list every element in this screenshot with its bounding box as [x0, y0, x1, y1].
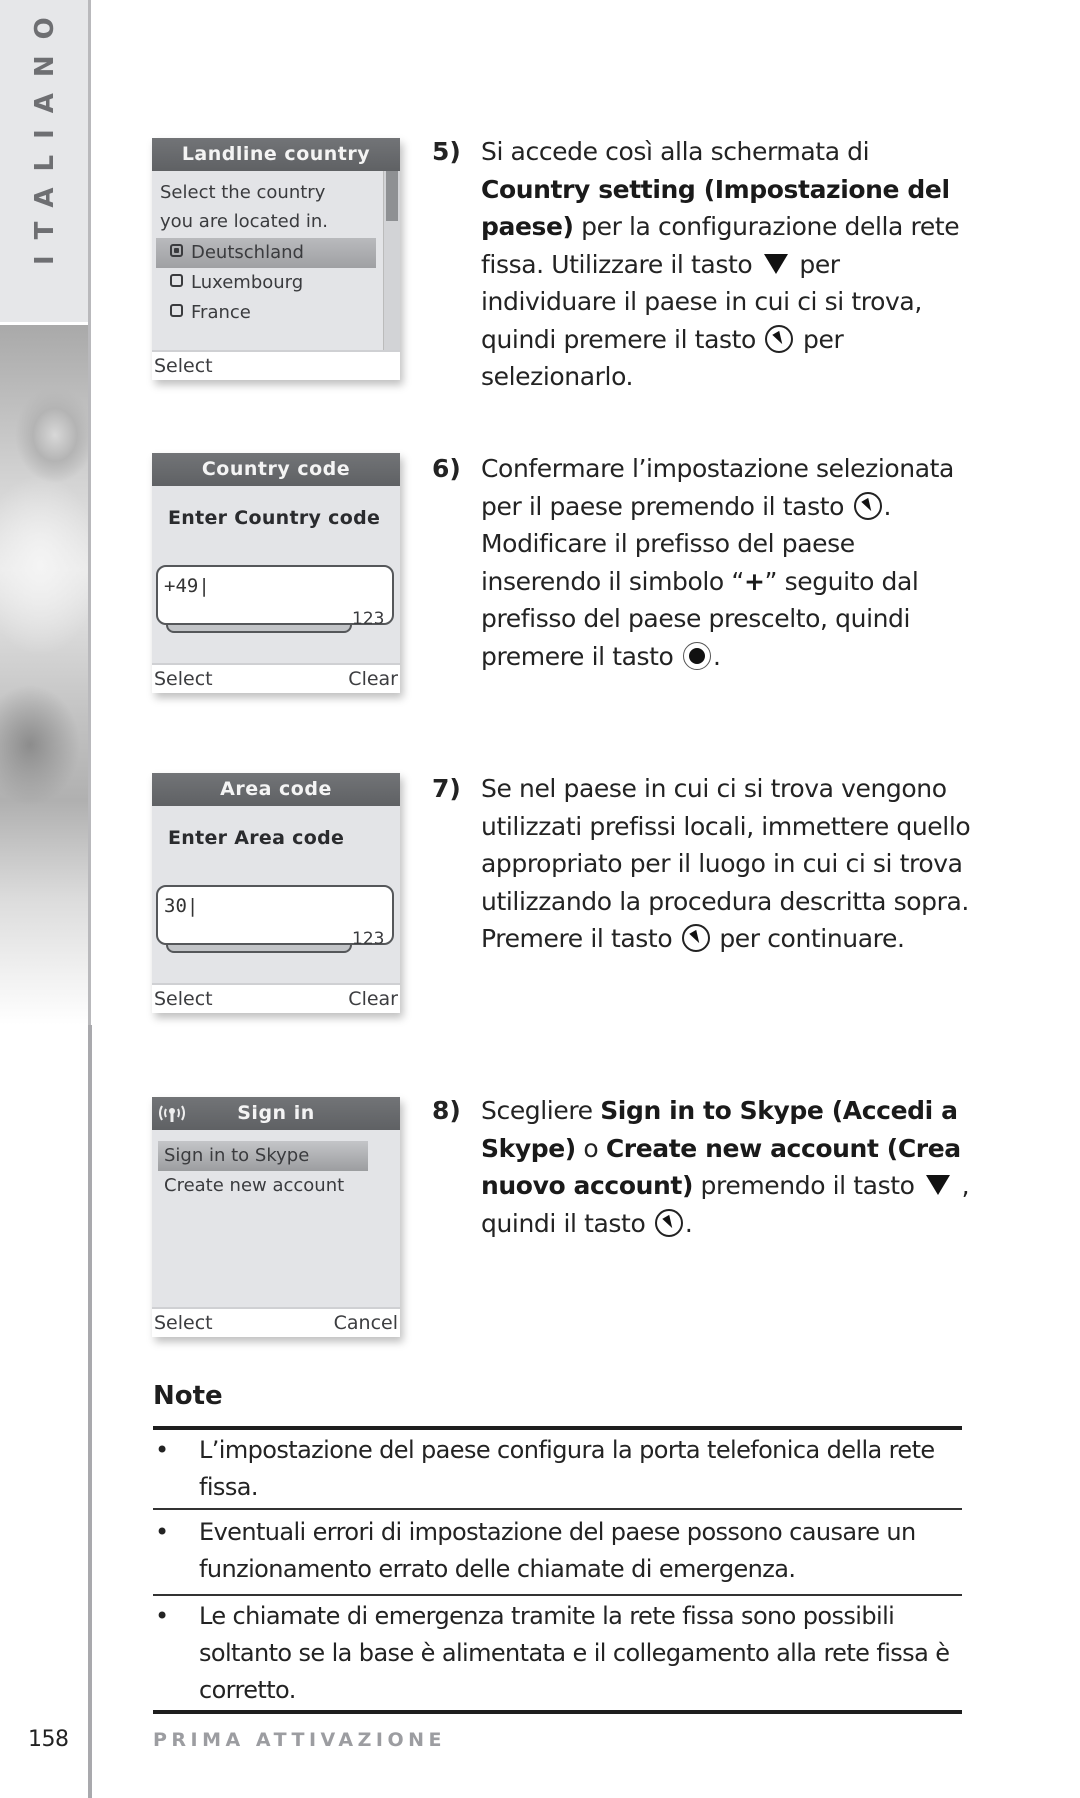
- text-run: premendo il tasto: [693, 1171, 923, 1200]
- note-heading: Note: [153, 1381, 223, 1411]
- navigation-key-icon: [683, 641, 711, 670]
- step-text: Si accede così alla schermata di Country…: [481, 133, 981, 396]
- decorative-photo: [0, 325, 88, 1025]
- country-list: Deutschland Luxembourg France: [156, 238, 376, 328]
- step-number: 5): [432, 137, 461, 166]
- softkey-select[interactable]: Select: [154, 352, 213, 380]
- step-text: Se nel paese in cui ci si trova vengono …: [481, 770, 981, 958]
- signal-icon: [159, 1105, 185, 1122]
- softkey-select[interactable]: Select: [154, 985, 213, 1013]
- softkey-bar: Select: [152, 350, 400, 380]
- screen-landline-country: Landline country Select the country you …: [152, 138, 400, 380]
- softkey-select[interactable]: Select: [154, 665, 213, 693]
- screen-title: Sign in: [237, 1102, 315, 1124]
- margin-divider-lower: [88, 1025, 92, 1798]
- ok-key-icon: [853, 491, 882, 520]
- prompt-line: Select the country: [160, 182, 326, 203]
- softkey-clear[interactable]: Clear: [348, 665, 398, 693]
- screen-area-code: Area code Enter Area code 30| 123 Select…: [152, 773, 400, 1013]
- screen-title: Area code: [152, 773, 400, 806]
- note-divider: [153, 1594, 962, 1596]
- text-run: .: [684, 1208, 693, 1238]
- country-option-deutschland[interactable]: Deutschland: [156, 238, 376, 268]
- sidebar: ITALIANO: [0, 0, 88, 1798]
- text-run: Scegliere: [481, 1096, 601, 1125]
- note-text: L’impostazione del paese configura la po…: [199, 1436, 935, 1501]
- input-value: 30|: [164, 895, 199, 917]
- page-number: 158: [28, 1727, 69, 1752]
- screen-sign-in: Sign in Sign in to Skype Create new acco…: [152, 1097, 400, 1337]
- step-text: Confermare l’impostazione selezionata pe…: [481, 450, 981, 675]
- country-option-label: Deutschland: [191, 242, 304, 263]
- step-number: 8): [432, 1096, 461, 1125]
- down-arrow-key-icon: [926, 1175, 951, 1195]
- bullet: •: [155, 1602, 169, 1630]
- menu-item-sign-in-to-skype[interactable]: Sign in to Skype: [158, 1141, 368, 1171]
- input-mode-label: 123: [352, 609, 385, 629]
- input-value: +49|: [164, 575, 210, 597]
- country-option-france[interactable]: France: [156, 298, 376, 328]
- step-number: 6): [432, 454, 461, 483]
- field-label: Enter Area code: [168, 827, 345, 849]
- softkey-clear[interactable]: Clear: [348, 985, 398, 1013]
- radio-unselected-icon: [170, 274, 183, 287]
- country-option-label: Luxembourg: [191, 272, 304, 293]
- screen-title: Landline country: [152, 138, 400, 171]
- softkey-cancel[interactable]: Cancel: [334, 1309, 398, 1337]
- softkey-bar: Select Clear: [152, 983, 400, 1013]
- down-arrow-key-icon: [763, 253, 788, 274]
- bullet: •: [155, 1436, 169, 1464]
- screen-country-code: Country code Enter Country code +49| 123…: [152, 453, 400, 693]
- step-number: 7): [432, 774, 461, 803]
- note-divider: [153, 1508, 962, 1510]
- input-mode-label: 123: [352, 929, 385, 949]
- radio-selected-icon: [170, 244, 183, 257]
- bullet: •: [155, 1518, 169, 1546]
- note-rule-top: [153, 1426, 962, 1430]
- screen-title: Country code: [152, 453, 400, 486]
- language-label: ITALIANO: [30, 1, 60, 265]
- screen-prompt: Select the country you are located in.: [160, 178, 328, 236]
- plus-symbol: +: [743, 566, 765, 596]
- prompt-line: you are located in.: [160, 211, 328, 232]
- text-run: Si accede così alla schermata di: [481, 137, 870, 166]
- sign-in-menu: Sign in to Skype Create new account: [158, 1141, 368, 1201]
- softkey-bar: Select Clear: [152, 663, 400, 693]
- field-label: Enter Country code: [168, 507, 381, 529]
- radio-unselected-icon: [170, 304, 183, 317]
- ok-key-icon: [765, 324, 794, 353]
- scrollbar[interactable]: [383, 171, 400, 350]
- text-run: .: [713, 641, 721, 671]
- note-text: Le chiamate di emergenza tramite la rete…: [199, 1602, 950, 1704]
- scrollbar-thumb[interactable]: [386, 171, 398, 221]
- softkey-select[interactable]: Select: [154, 1309, 213, 1337]
- menu-item-create-new-account[interactable]: Create new account: [158, 1171, 368, 1201]
- country-option-luxembourg[interactable]: Luxembourg: [156, 268, 376, 298]
- country-option-label: France: [191, 302, 251, 323]
- margin-divider: [88, 0, 91, 1025]
- section-title: PRIMA ATTIVAZIONE: [153, 1729, 447, 1751]
- note-text: Eventuali errori di impostazione del pae…: [199, 1518, 916, 1583]
- note-rule-bottom: [153, 1710, 962, 1714]
- ok-key-icon: [654, 1208, 683, 1237]
- text-run: o: [575, 1133, 606, 1163]
- step-text: Scegliere Sign in to Skype (Accedi a Sky…: [481, 1092, 981, 1242]
- language-tab: ITALIANO: [0, 0, 88, 322]
- screen-title-bar: Sign in: [152, 1097, 400, 1130]
- ok-key-icon: [681, 924, 710, 952]
- text-run: per continuare.: [711, 924, 905, 953]
- softkey-bar: Select Cancel: [152, 1307, 400, 1337]
